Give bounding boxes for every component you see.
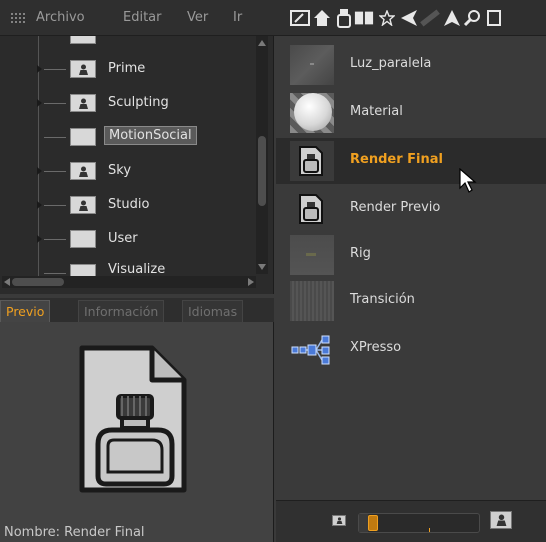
list-item-label: Luz_paralela bbox=[350, 56, 432, 71]
tree-item-visualize[interactable]: Visualize bbox=[0, 256, 256, 276]
folder-user-icon bbox=[70, 162, 96, 180]
material-sphere-icon bbox=[290, 93, 334, 133]
folder-icon bbox=[70, 264, 96, 276]
rig-thumbnail-icon bbox=[290, 235, 334, 275]
search-icon[interactable] bbox=[462, 8, 482, 28]
info-tabs: Previo Información Idiomas bbox=[0, 298, 274, 322]
tree-item-prime[interactable]: Prime bbox=[0, 52, 256, 86]
list-item-label: Render Final bbox=[350, 152, 443, 167]
scroll-thumb[interactable] bbox=[12, 278, 64, 286]
render-bottle-icon bbox=[290, 189, 334, 229]
up-arrow-icon[interactable] bbox=[442, 8, 462, 28]
menubar: Archivo Editar Ver Ir bbox=[0, 0, 546, 36]
list-item-label: Rig bbox=[350, 246, 371, 261]
render-bottle-icon[interactable] bbox=[334, 8, 354, 28]
folder-icon bbox=[70, 36, 96, 44]
tree-item-label: Studio bbox=[108, 197, 150, 212]
list-item-luz-paralela[interactable]: Luz_paralela bbox=[276, 42, 546, 88]
render-file-icon bbox=[79, 345, 187, 493]
small-thumbnail-icon[interactable] bbox=[332, 515, 346, 526]
list-item-rig[interactable]: Rig bbox=[276, 232, 546, 278]
tab-informacion[interactable]: Información bbox=[78, 300, 165, 322]
expand-arrow-icon[interactable] bbox=[37, 201, 42, 209]
tree-item-label: Sculpting bbox=[108, 95, 169, 110]
light-thumbnail-icon bbox=[290, 45, 334, 85]
render-bottle-icon bbox=[290, 141, 334, 181]
tree-item-sky[interactable]: Sky bbox=[0, 154, 256, 188]
folder-icon bbox=[70, 230, 96, 248]
scroll-right-icon[interactable] bbox=[248, 278, 254, 286]
expand-arrow-icon[interactable] bbox=[37, 167, 42, 175]
tab-idiomas[interactable]: Idiomas bbox=[182, 300, 244, 322]
window-icon[interactable] bbox=[484, 8, 504, 28]
large-thumbnail-icon[interactable] bbox=[490, 511, 512, 529]
folder-user-icon bbox=[70, 60, 96, 78]
menu-ir[interactable]: Ir bbox=[233, 10, 242, 25]
zoom-slider[interactable] bbox=[358, 513, 480, 533]
scroll-left-icon[interactable] bbox=[4, 278, 10, 286]
list-item-xpresso[interactable]: XPresso bbox=[276, 326, 546, 372]
tree-item-label: Visualize bbox=[108, 262, 166, 276]
expand-arrow-icon[interactable] bbox=[37, 65, 42, 73]
forward-arrow-icon[interactable] bbox=[420, 8, 440, 28]
tree-item-label: Sky bbox=[108, 163, 132, 178]
tree-connector bbox=[44, 69, 66, 70]
scroll-down-icon[interactable] bbox=[258, 264, 266, 270]
folder-user-icon bbox=[70, 94, 96, 112]
book-icon[interactable] bbox=[354, 8, 374, 28]
list-item-label: Transición bbox=[350, 292, 415, 307]
expand-arrow-icon[interactable] bbox=[37, 99, 42, 107]
tree-item-studio[interactable]: Studio bbox=[0, 188, 256, 222]
zoom-slider-tick bbox=[429, 528, 430, 532]
tree-connector bbox=[44, 137, 66, 138]
folder-user-icon bbox=[70, 196, 96, 214]
list-item-material[interactable]: Material bbox=[276, 90, 546, 136]
scroll-up-icon[interactable] bbox=[258, 40, 266, 46]
list-item-label: Material bbox=[350, 104, 403, 119]
menu-ver[interactable]: Ver bbox=[187, 10, 208, 25]
tree-item-label: User bbox=[108, 231, 138, 246]
edit-icon[interactable] bbox=[290, 8, 310, 28]
zoom-slider-fill bbox=[359, 514, 368, 532]
preview-name-label: Nombre: Render Final bbox=[4, 525, 145, 540]
tree-item-label: Prime bbox=[108, 61, 146, 76]
tab-previo[interactable]: Previo bbox=[0, 300, 51, 322]
list-item-transicion[interactable]: Transición bbox=[276, 278, 546, 324]
grip-icon[interactable] bbox=[10, 12, 26, 25]
preset-tree: Prime Sculpting MotionSocial Sky Studio … bbox=[0, 36, 274, 294]
tree-item-label: MotionSocial bbox=[104, 126, 197, 145]
zoom-slider-handle[interactable] bbox=[368, 515, 378, 531]
list-item-render-previo[interactable]: Render Previo bbox=[276, 186, 546, 232]
tree-vertical-scrollbar[interactable] bbox=[256, 36, 268, 274]
tree-item-sculpting[interactable]: Sculpting bbox=[0, 86, 256, 120]
scroll-thumb[interactable] bbox=[258, 136, 266, 206]
mouse-cursor-icon bbox=[459, 168, 477, 193]
tree-item-motionsocial[interactable]: MotionSocial bbox=[0, 120, 256, 154]
expand-arrow-icon[interactable] bbox=[37, 235, 42, 243]
back-arrow-icon[interactable] bbox=[399, 8, 419, 28]
tree-connector bbox=[44, 103, 66, 104]
zoom-bar bbox=[276, 500, 546, 542]
xpresso-node-icon bbox=[290, 329, 334, 369]
tree-connector bbox=[44, 273, 66, 274]
tree-connector bbox=[44, 171, 66, 172]
home-icon[interactable] bbox=[312, 8, 332, 28]
preview-pane: Nombre: Render Final bbox=[0, 322, 274, 542]
tree-connector bbox=[44, 239, 66, 240]
star-icon[interactable] bbox=[377, 8, 397, 28]
tree-item-user[interactable]: User bbox=[0, 222, 256, 256]
folder-icon bbox=[70, 128, 96, 146]
list-item-label: Render Previo bbox=[350, 200, 441, 215]
tree-horizontal-scrollbar[interactable] bbox=[2, 276, 256, 288]
menu-editar[interactable]: Editar bbox=[123, 10, 162, 25]
preset-list: Luz_paralela Material Render Final Rende… bbox=[276, 36, 546, 500]
list-item-label: XPresso bbox=[350, 340, 402, 355]
list-item-render-final[interactable]: Render Final bbox=[276, 138, 546, 184]
menu-archivo[interactable]: Archivo bbox=[36, 10, 85, 25]
transition-thumbnail-icon bbox=[290, 281, 334, 321]
tree-connector bbox=[44, 205, 66, 206]
